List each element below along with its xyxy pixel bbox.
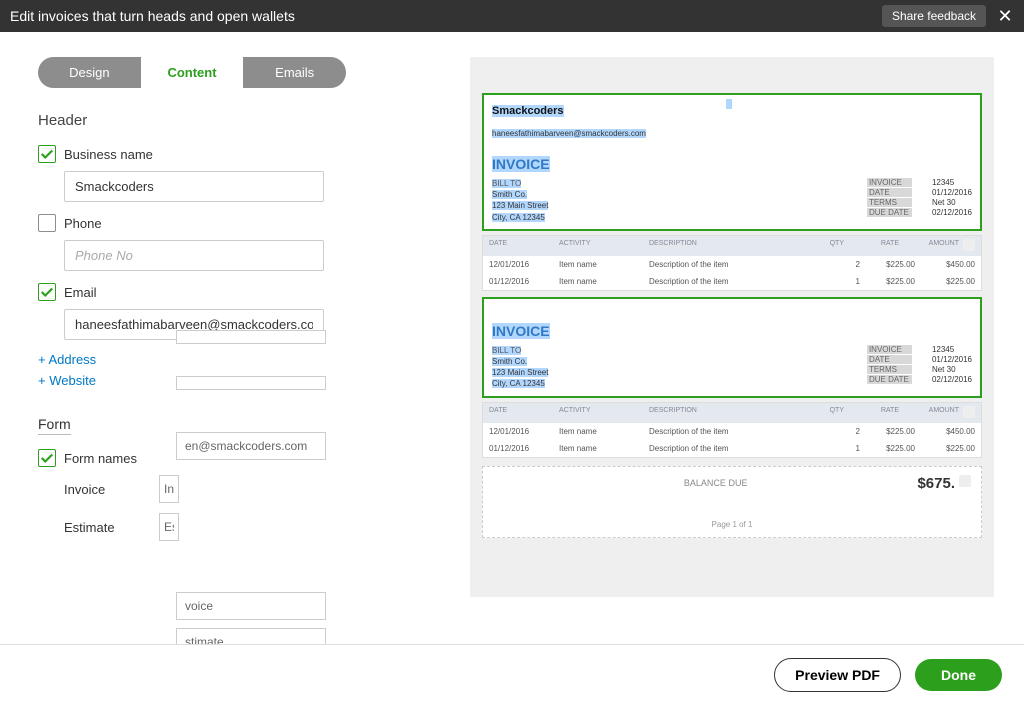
cust-name: Smith Co.	[492, 190, 527, 199]
col-rate: RATE	[844, 240, 899, 252]
addr-line1: 123 Main Street	[492, 368, 548, 377]
page-number: Page 1 of 1	[493, 520, 971, 529]
phone-label: Phone	[64, 216, 102, 231]
addr-line2: City, CA 12345	[492, 213, 545, 222]
form-names-label: Form names	[64, 451, 137, 466]
table-row: 12/01/2016Item nameDescription of the it…	[483, 256, 981, 273]
done-button[interactable]: Done	[915, 659, 1002, 691]
checkbox-email[interactable]	[38, 283, 56, 301]
ghost-field	[176, 330, 326, 344]
meta-label: INVOICE	[867, 345, 912, 354]
invoice-input-partial[interactable]	[159, 475, 179, 503]
modal-title: Edit invoices that turn heads and open w…	[10, 8, 295, 24]
pencil-icon[interactable]	[959, 475, 971, 487]
estimate-input-partial[interactable]	[159, 513, 179, 541]
cust-name: Smith Co.	[492, 357, 527, 366]
meta-value: 02/12/2016	[932, 208, 972, 217]
preview-business: Smackcoders	[492, 105, 564, 117]
title-bar: Edit invoices that turn heads and open w…	[0, 0, 1024, 32]
share-feedback-button[interactable]: Share feedback	[882, 5, 986, 27]
col-amount: AMOUNT	[899, 240, 959, 252]
pencil-icon[interactable]	[963, 406, 975, 418]
col-date: DATE	[489, 240, 559, 252]
meta-value: 01/12/2016	[932, 355, 972, 364]
meta-value: 01/12/2016	[932, 188, 972, 197]
preview-pdf-button[interactable]: Preview PDF	[774, 658, 901, 692]
col-qty: QTY	[814, 240, 844, 252]
preview-invoice-title: INVOICE	[492, 156, 550, 172]
business-name-label: Business name	[64, 147, 153, 162]
meta-value: 12345	[932, 178, 972, 187]
ghost-email-input[interactable]	[176, 432, 326, 460]
preview-email: haneesfathimabarveen@smackcoders.com	[492, 129, 646, 138]
add-address-link[interactable]: + Address	[38, 352, 423, 367]
meta-value: Net 30	[932, 198, 972, 207]
col-desc: DESCRIPTION	[649, 240, 814, 252]
invoice-preview-1[interactable]: Smackcoders haneesfathimabarveen@smackco…	[482, 93, 982, 231]
billto-label: BILL TO	[492, 346, 521, 355]
col-amount: AMOUNT	[899, 407, 959, 419]
meta-label: TERMS	[867, 198, 912, 207]
preview-invoice-title: INVOICE	[492, 323, 550, 339]
left-panel: Design Content Emails Header Business na…	[0, 32, 448, 704]
col-desc: DESCRIPTION	[649, 407, 814, 419]
pencil-icon[interactable]	[963, 239, 975, 251]
tab-bar: Design Content Emails	[38, 57, 346, 88]
form-heading: Form	[38, 416, 71, 435]
meta-value: 12345	[932, 345, 972, 354]
preview-frame: Smackcoders haneesfathimabarveen@smackco…	[470, 57, 994, 597]
meta-value: Net 30	[932, 365, 972, 374]
meta-label: INVOICE	[867, 178, 912, 187]
col-qty: QTY	[814, 407, 844, 419]
email-label: Email	[64, 285, 97, 300]
line-items-grid-1: DATE ACTIVITY DESCRIPTION QTY RATE AMOUN…	[482, 235, 982, 291]
tab-design[interactable]: Design	[38, 57, 141, 88]
footer: Preview PDF Done	[0, 644, 1024, 704]
checkbox-form-names[interactable]	[38, 449, 56, 467]
table-row: 01/12/2016Item nameDescription of the it…	[483, 440, 981, 457]
ghost-field	[176, 376, 326, 390]
col-activity: ACTIVITY	[559, 407, 649, 419]
meta-label: DATE	[867, 188, 912, 197]
drag-handle-icon[interactable]	[726, 99, 732, 109]
invoice-row-label: Invoice	[64, 482, 159, 497]
meta-label: DUE DATE	[867, 375, 912, 384]
estimate-row-label: Estimate	[64, 520, 159, 535]
meta-label: TERMS	[867, 365, 912, 374]
preview-panel: Smackcoders haneesfathimabarveen@smackco…	[448, 32, 1024, 704]
phone-input[interactable]	[64, 240, 324, 271]
balance-due-label: BALANCE DUE	[684, 478, 748, 488]
invoice-preview-2[interactable]: INVOICE BILL TO Smith Co. 123 Main Stree…	[482, 297, 982, 398]
col-date: DATE	[489, 407, 559, 419]
meta-label: DATE	[867, 355, 912, 364]
checkbox-phone[interactable]	[38, 214, 56, 232]
table-row: 12/01/2016Item nameDescription of the it…	[483, 423, 981, 440]
meta-label: DUE DATE	[867, 208, 912, 217]
balance-due-box: BALANCE DUE $675. Page 1 of 1	[482, 466, 982, 538]
table-row: 01/12/2016Item nameDescription of the it…	[483, 273, 981, 290]
balance-due-amount: $675.	[917, 475, 955, 492]
meta-value: 02/12/2016	[932, 375, 972, 384]
line-items-grid-2: DATE ACTIVITY DESCRIPTION QTY RATE AMOUN…	[482, 402, 982, 458]
addr-line2: City, CA 12345	[492, 379, 545, 388]
col-activity: ACTIVITY	[559, 240, 649, 252]
close-icon[interactable]: ✕	[996, 6, 1014, 27]
ghost-invoice-input[interactable]	[176, 592, 326, 620]
billto-label: BILL TO	[492, 179, 521, 188]
tab-content[interactable]: Content	[141, 57, 244, 88]
section-header: Header	[38, 112, 423, 129]
tab-emails[interactable]: Emails	[243, 57, 346, 88]
business-name-input[interactable]	[64, 171, 324, 202]
checkbox-business-name[interactable]	[38, 145, 56, 163]
addr-line1: 123 Main Street	[492, 201, 548, 210]
col-rate: RATE	[844, 407, 899, 419]
